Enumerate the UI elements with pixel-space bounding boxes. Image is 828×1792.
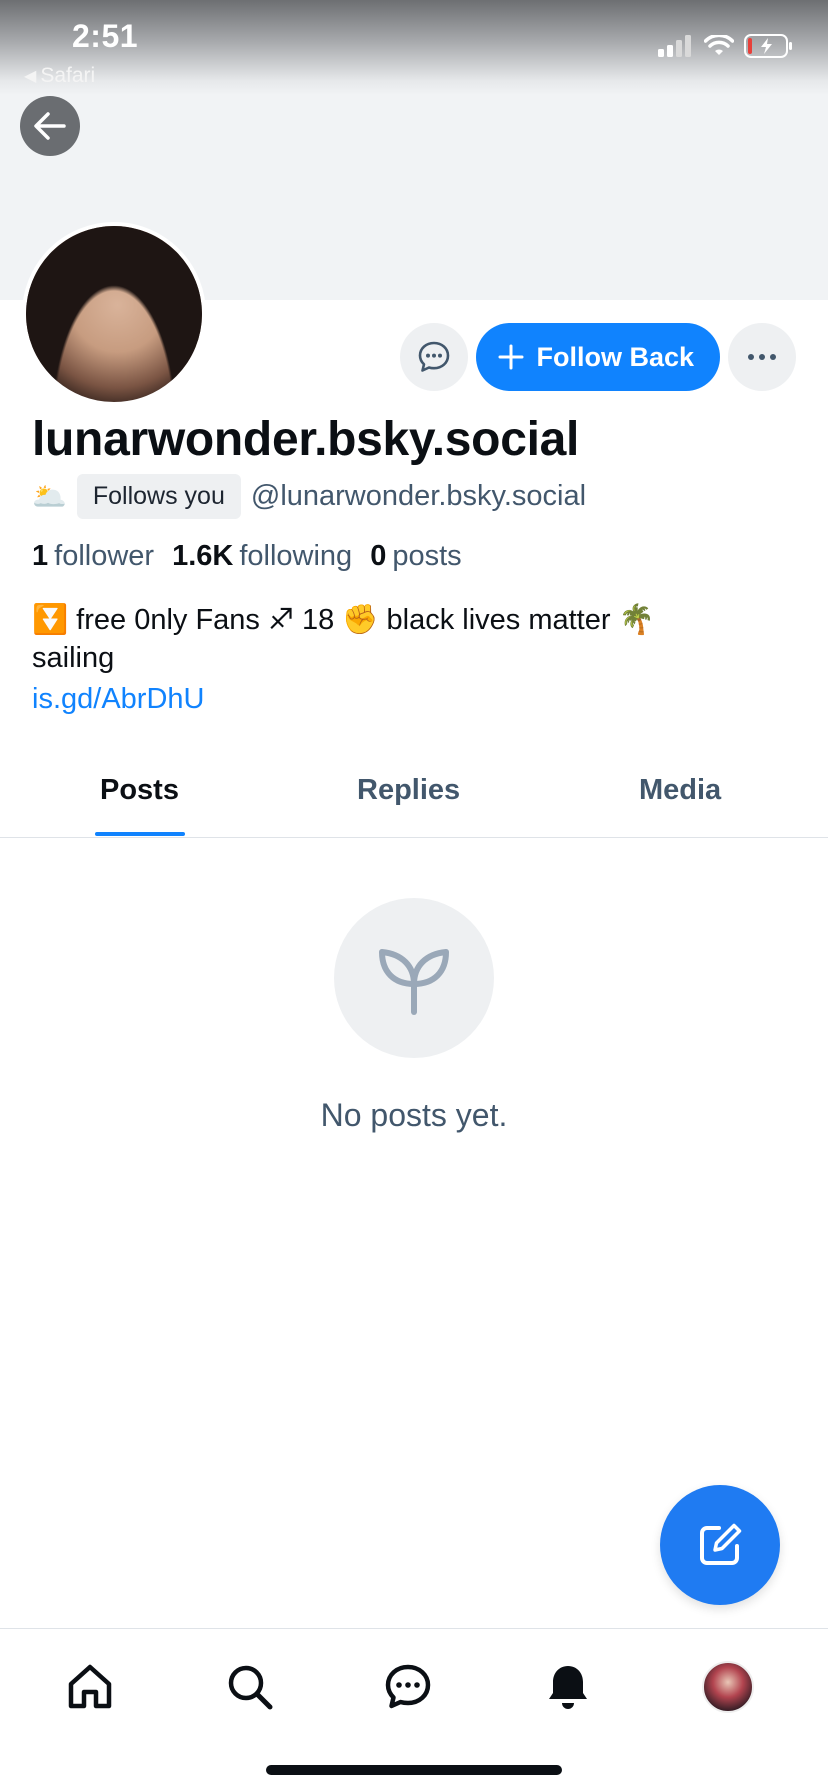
compose-button[interactable] (660, 1485, 780, 1605)
display-name: lunarwonder.bsky.social (32, 413, 580, 466)
profile-avatar[interactable] (22, 222, 206, 406)
tab-media[interactable]: Media (639, 774, 721, 807)
compose-icon (700, 1523, 742, 1565)
empty-state-text: No posts yet. (320, 1097, 508, 1133)
handle-row: 🌥️ Follows you @lunarwonder.bsky.social (32, 474, 586, 519)
home-indicator (266, 1765, 562, 1775)
home-icon (68, 1664, 112, 1709)
nav-profile[interactable] (698, 1657, 758, 1717)
ellipsis-icon (748, 354, 776, 360)
follows-you-badge: Follows you (76, 474, 241, 519)
profile-stats: 1 follower 1.6K following 0 posts (32, 540, 462, 573)
battery-icon (744, 34, 792, 58)
active-tab-indicator (95, 832, 185, 836)
back-button[interactable] (20, 96, 80, 156)
tab-posts[interactable]: Posts (100, 774, 179, 807)
profile-bio: ⏬ free 0nly Fans ♐ 18 ✊ black lives matt… (32, 598, 792, 680)
chat-bubble-icon (419, 341, 450, 372)
search-icon (228, 1665, 273, 1710)
back-app-label: Safari (40, 64, 96, 87)
bio-line-2: sailing (32, 642, 115, 674)
posts-stat: 0 posts (370, 540, 462, 572)
nav-search[interactable] (220, 1657, 280, 1717)
follow-back-button[interactable]: Follow Back (476, 323, 720, 391)
wifi-icon (704, 35, 734, 55)
nav-notifications[interactable] (538, 1657, 598, 1717)
tab-replies[interactable]: Replies (357, 774, 460, 807)
sun-behind-cloud-emoji: 🌥️ (32, 481, 67, 512)
sprout-icon (379, 949, 449, 1015)
message-button[interactable] (400, 323, 469, 391)
following-stat[interactable]: 1.6K following (172, 540, 352, 573)
empty-state-illustration (334, 898, 494, 1058)
bottom-navigation (0, 1628, 828, 1738)
nav-chat[interactable] (378, 1657, 438, 1717)
back-triangle-icon: ◀ (24, 68, 37, 85)
status-time: 2:51 (72, 18, 139, 54)
plus-icon (498, 344, 524, 370)
arrow-left-icon (34, 112, 66, 140)
signal-icon (658, 35, 691, 57)
profile-actions: Follow Back (400, 323, 796, 391)
bell-icon (549, 1666, 587, 1709)
avatar-image (26, 226, 202, 402)
more-options-button[interactable] (728, 323, 796, 391)
back-to-safari[interactable]: ◀ Safari (24, 64, 95, 88)
status-icons (658, 34, 794, 58)
profile-avatar-small (702, 1661, 754, 1713)
chat-icon (385, 1664, 431, 1709)
followers-stat[interactable]: 1 follower (32, 540, 154, 573)
nav-home[interactable] (60, 1657, 120, 1717)
bio-link[interactable]: is.gd/AbrDhU (32, 683, 204, 716)
profile-handle: @lunarwonder.bsky.social (250, 480, 587, 512)
follow-back-label: Follow Back (536, 341, 694, 372)
profile-tabs: Posts Replies Media (0, 762, 828, 838)
